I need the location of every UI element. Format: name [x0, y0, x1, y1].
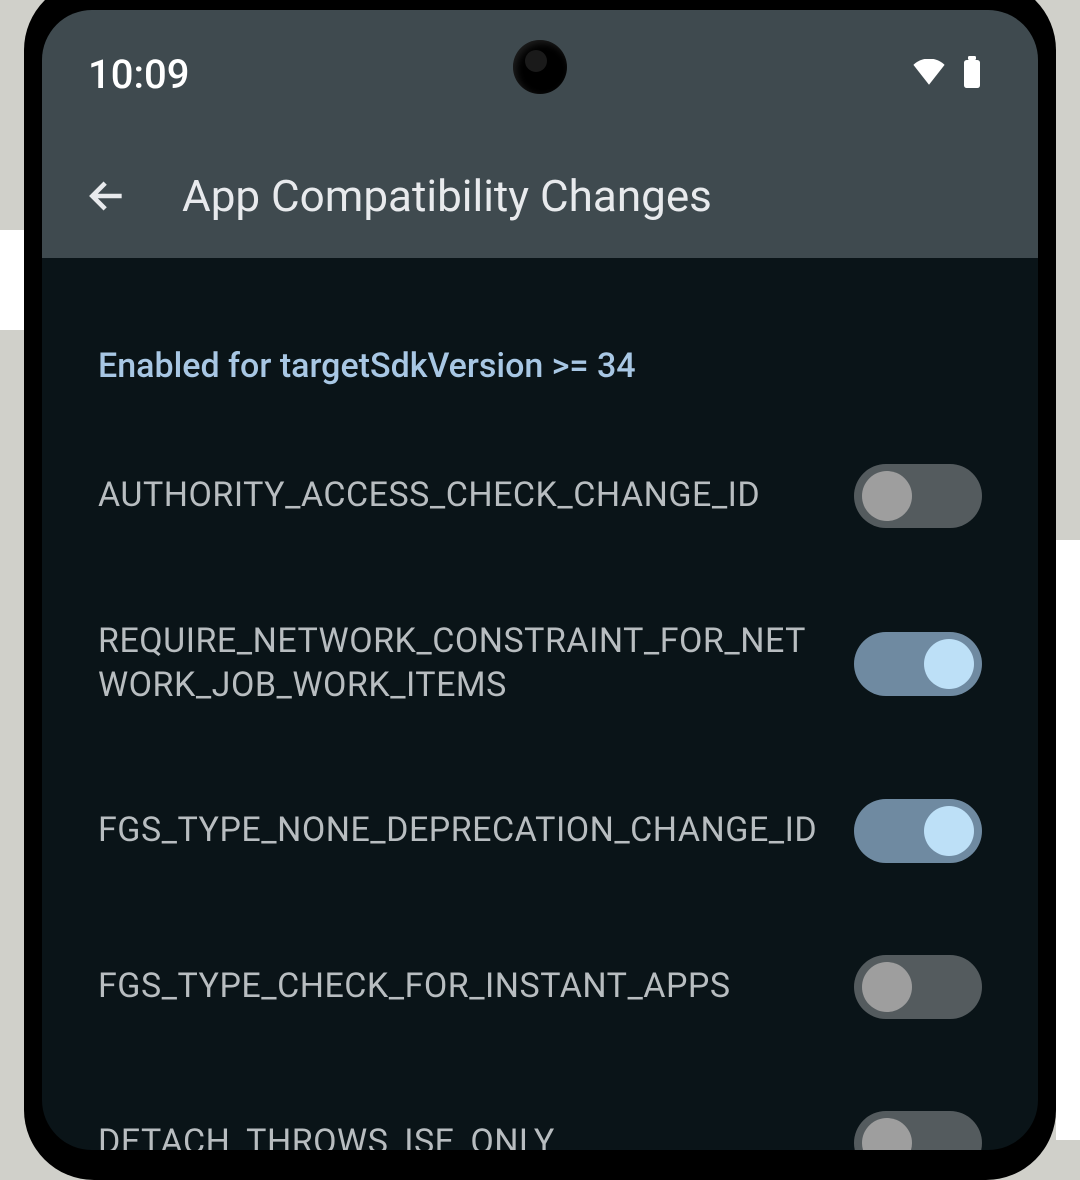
setting-label: FGS_TYPE_NONE_DEPRECATION_CHANGE_ID: [98, 809, 824, 853]
setting-label: FGS_TYPE_CHECK_FOR_INSTANT_APPS: [98, 965, 824, 1009]
settings-content: Enabled for targetSdkVersion >= 34 AUTHO…: [42, 258, 1038, 1150]
toggle-thumb: [924, 806, 974, 856]
toggle-thumb: [862, 471, 912, 521]
wifi-icon: [912, 59, 946, 89]
arrow-left-icon: [85, 174, 129, 218]
toggle-thumb: [924, 639, 974, 689]
toggle-thumb: [862, 962, 912, 1012]
setting-toggle[interactable]: [854, 799, 982, 863]
setting-row: REQUIRE_NETWORK_CONSTRAINT_FOR_NETWORK_J…: [98, 620, 982, 707]
setting-label: REQUIRE_NETWORK_CONSTRAINT_FOR_NETWORK_J…: [98, 620, 824, 707]
phone-screen: 10:09: [42, 10, 1038, 1150]
setting-row: FGS_TYPE_CHECK_FOR_INSTANT_APPS: [98, 955, 982, 1019]
setting-label: AUTHORITY_ACCESS_CHECK_CHANGE_ID: [98, 474, 824, 518]
status-bar: 10:09: [42, 10, 1038, 258]
status-icons: [912, 56, 982, 92]
battery-icon: [962, 56, 982, 92]
setting-row: AUTHORITY_ACCESS_CHECK_CHANGE_ID: [98, 464, 982, 528]
back-button[interactable]: [82, 171, 132, 221]
background-decoration: [0, 230, 24, 330]
phone-frame: 10:09: [24, 0, 1056, 1180]
setting-toggle[interactable]: [854, 1111, 982, 1150]
settings-list: AUTHORITY_ACCESS_CHECK_CHANGE_ID REQUIRE_…: [98, 464, 982, 1150]
toggle-thumb: [862, 1118, 912, 1150]
setting-row: DETACH_THROWS_ISE_ONLY: [98, 1111, 982, 1150]
setting-label: DETACH_THROWS_ISE_ONLY: [98, 1121, 824, 1150]
section-header: Enabled for targetSdkVersion >= 34: [98, 346, 982, 386]
background-decoration: [1056, 540, 1080, 1140]
setting-row: FGS_TYPE_NONE_DEPRECATION_CHANGE_ID: [98, 799, 982, 863]
camera-notch: [513, 40, 567, 94]
page-title: App Compatibility Changes: [182, 170, 712, 222]
setting-toggle[interactable]: [854, 955, 982, 1019]
status-clock: 10:09: [88, 51, 189, 98]
setting-toggle[interactable]: [854, 464, 982, 528]
setting-toggle[interactable]: [854, 632, 982, 696]
